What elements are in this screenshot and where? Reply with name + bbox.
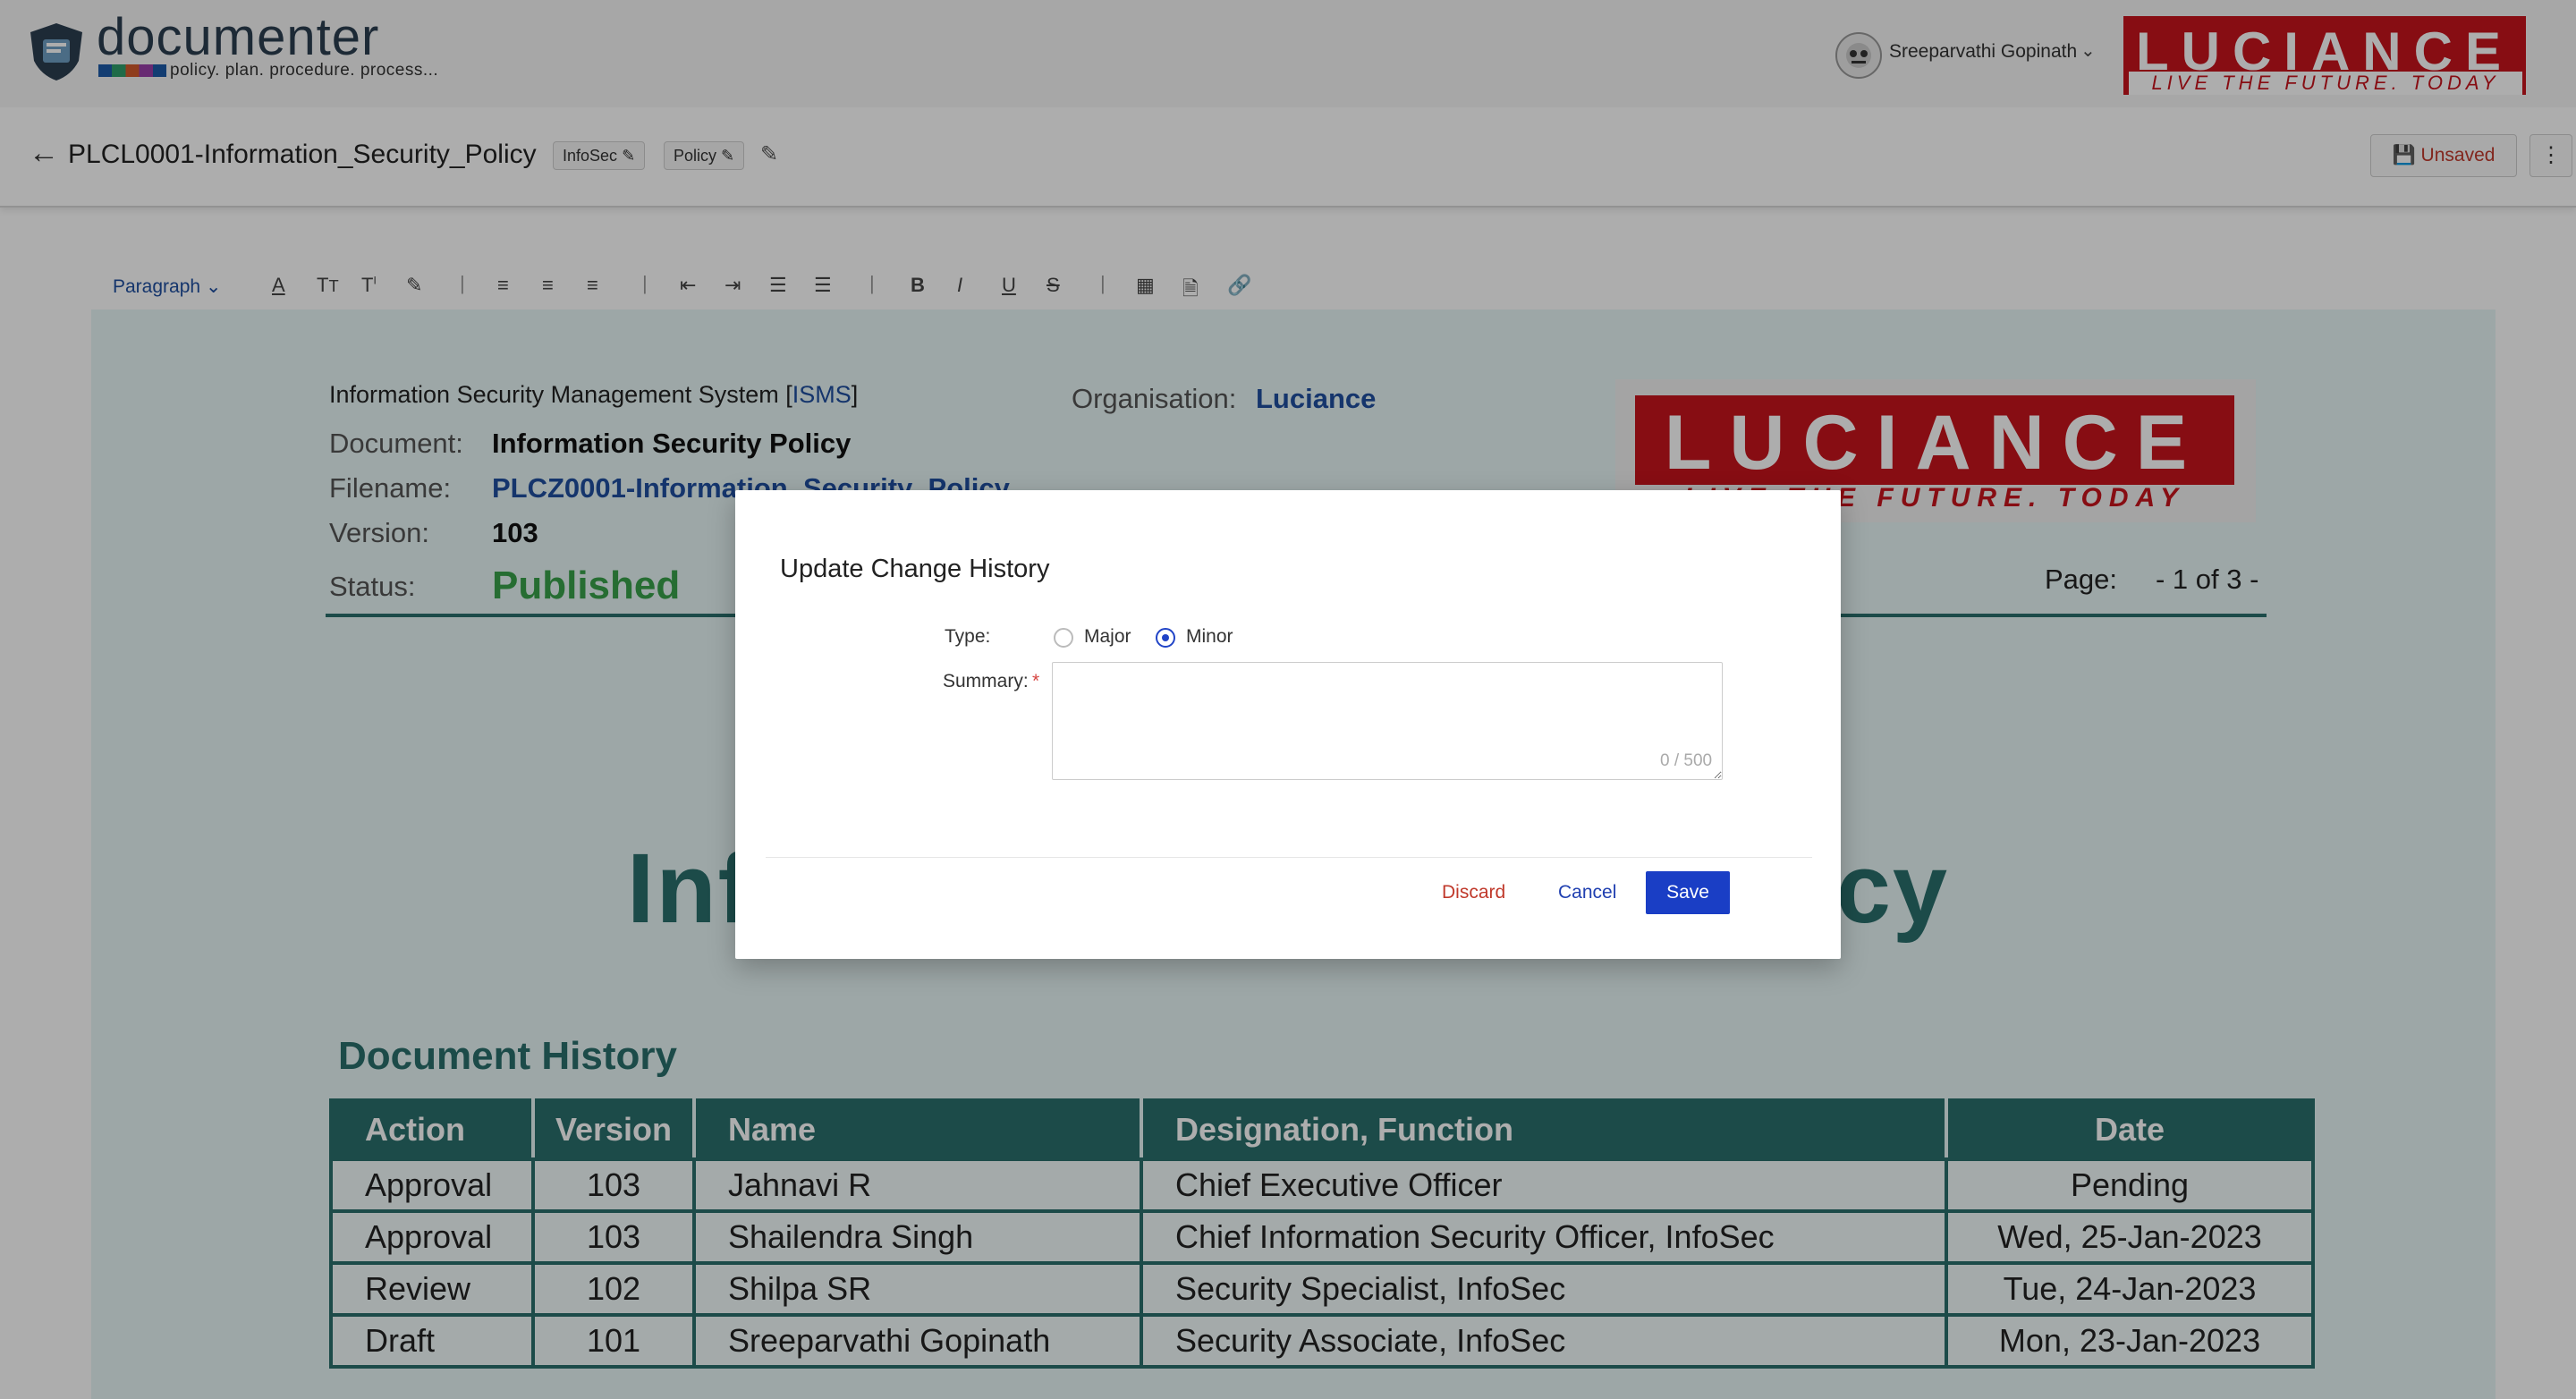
radio-major-label[interactable]: Major — [1084, 626, 1131, 648]
required-asterisk: * — [1032, 671, 1040, 691]
dialog-divider — [766, 857, 1812, 858]
cancel-button[interactable]: Cancel — [1558, 882, 1616, 903]
discard-button[interactable]: Discard — [1442, 882, 1505, 903]
radio-minor[interactable] — [1156, 628, 1175, 648]
character-counter: 0 / 500 — [1660, 751, 1713, 770]
summary-label: Summary: — [943, 671, 1029, 691]
radio-minor-label[interactable]: Minor — [1186, 626, 1233, 648]
update-change-history-dialog: Update Change History Type: Major Minor … — [735, 490, 1841, 959]
save-button[interactable]: Save — [1646, 871, 1730, 914]
radio-major[interactable] — [1054, 628, 1073, 648]
summary-textarea[interactable] — [1052, 662, 1723, 780]
type-label: Type: — [945, 626, 991, 647]
radio-selected-dot — [1162, 634, 1169, 641]
dialog-title: Update Change History — [780, 555, 1050, 583]
